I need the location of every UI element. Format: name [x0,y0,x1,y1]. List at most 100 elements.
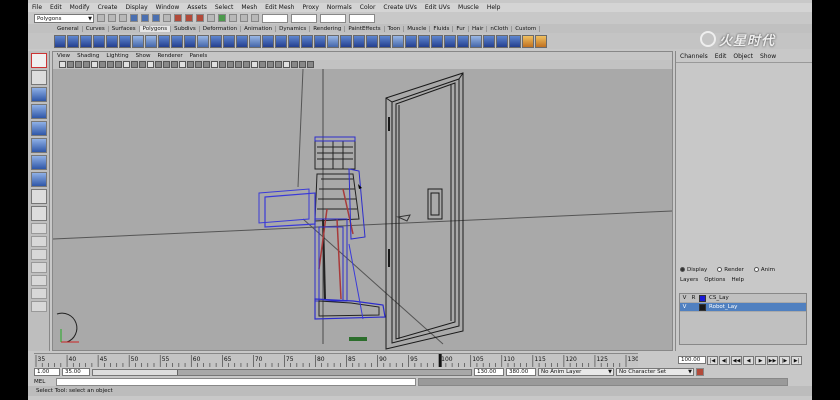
smooth-icon[interactable] [236,34,248,48]
render-layer-radio[interactable]: Render [717,267,744,273]
current-time-marker[interactable] [438,354,442,368]
channels-menu[interactable]: Channels [680,53,708,60]
layer-color-swatch[interactable] [699,294,706,302]
menu-select[interactable]: Select [215,4,234,11]
antialiasing-icon[interactable] [291,61,298,68]
tab-dynamics[interactable]: Dynamics [276,25,311,32]
poly-cube-icon[interactable] [67,34,79,48]
snap-point-icon[interactable] [196,14,204,22]
robot-model[interactable] [258,136,386,320]
menu-create-uvs[interactable]: Create UVs [383,4,416,11]
auto-map-icon[interactable] [470,34,482,48]
layer-visibility-toggle[interactable]: V [680,304,689,310]
snap-grid-icon[interactable] [174,14,182,22]
smooth-shade-icon[interactable] [155,61,162,68]
poly-cylinder-icon[interactable] [80,34,92,48]
menu-file[interactable]: File [32,4,42,11]
gate-mask-icon[interactable] [115,61,122,68]
display-layer-radio[interactable]: Display [680,267,707,273]
layer-color-swatch[interactable] [699,303,706,311]
extract-icon[interactable] [223,34,235,48]
render-settings-icon[interactable] [251,14,259,22]
field-chart-icon[interactable] [123,61,130,68]
safe-action-icon[interactable] [131,61,138,68]
tab-painteffects[interactable]: PaintEffects [345,25,385,32]
animation-start-field[interactable]: 1.00 [34,368,60,376]
scale-tool-icon[interactable] [31,138,47,153]
grid-icon[interactable] [91,61,98,68]
menu-normals[interactable]: Normals [327,4,352,11]
hypershade-layout-icon[interactable] [31,275,47,286]
soft-modification-icon[interactable] [31,172,47,187]
menu-help[interactable]: Help [487,4,501,11]
auto-key-icon[interactable] [696,368,704,376]
persp-graph-layout-icon[interactable] [31,262,47,273]
poly-pyramid-icon[interactable] [145,34,157,48]
select-tool-icon[interactable] [31,53,47,68]
uv-editor-icon[interactable] [483,34,495,48]
hud-icon[interactable] [307,61,314,68]
anim-layer-dropdown[interactable]: No Anim Layer ▼ [538,368,614,376]
tab-general[interactable]: General [54,25,83,32]
tab-toon[interactable]: Toon [385,25,405,32]
menu-modify[interactable]: Modify [70,4,90,11]
wireframe-icon[interactable] [147,61,154,68]
tab-rendering[interactable]: Rendering [310,25,346,32]
menu-set-dropdown[interactable]: Polygons ▼ [34,13,94,23]
layer-help-menu[interactable]: Help [731,277,744,283]
panel-menu-renderer[interactable]: Renderer [157,53,182,59]
single-pane-layout-icon[interactable] [31,223,47,234]
menu-proxy[interactable]: Proxy [302,4,318,11]
spherical-map-icon[interactable] [457,34,469,48]
input-field[interactable] [262,13,288,23]
tab-ncloth[interactable]: nCloth [487,25,513,32]
lasso-tool-icon[interactable] [31,70,47,85]
split-polygon-icon[interactable] [353,34,365,48]
motion-blur-icon[interactable] [283,61,290,68]
persp-trax-layout-icon[interactable] [31,288,47,299]
merge-icon[interactable] [405,34,417,48]
rotate-tool-icon[interactable] [31,121,47,136]
mask-icon[interactable] [163,14,171,22]
select-object-icon[interactable] [141,14,149,22]
tab-curves[interactable]: Curves [83,25,109,32]
panel-menu-show[interactable]: Show [136,53,151,59]
sculpt-icon[interactable] [522,34,534,48]
combine-icon[interactable] [197,34,209,48]
render-icon[interactable] [229,14,237,22]
fill-hole-icon[interactable] [340,34,352,48]
tab-fur[interactable]: Fur [453,25,470,32]
perspective-viewport[interactable] [53,69,672,350]
poly-torus-icon[interactable] [119,34,131,48]
mirror-icon[interactable] [288,34,300,48]
universal-manipulator-icon[interactable] [31,155,47,170]
menu-window[interactable]: Window [156,4,180,11]
xray-icon[interactable] [195,61,202,68]
four-pane-layout-icon[interactable] [31,236,47,247]
layout-options-icon[interactable] [31,301,47,312]
tab-subdivs[interactable]: Subdivs [171,25,200,32]
film-gate-icon[interactable] [99,61,106,68]
offset-edge-icon[interactable] [379,34,391,48]
layers-menu[interactable]: Layers [680,277,698,283]
channel-object-menu[interactable]: Object [733,53,753,60]
step-back-icon[interactable]: ◀| [719,355,730,365]
playback-start-field[interactable]: 35.00 [62,368,90,376]
persp-outliner-layout-icon[interactable] [31,249,47,260]
tab-hair[interactable]: Hair [469,25,488,32]
menu-mesh[interactable]: Mesh [241,4,257,11]
shadows-icon[interactable] [235,61,242,68]
tab-deformation[interactable]: Deformation [200,25,242,32]
menu-color[interactable]: Color [360,4,376,11]
depth-of-field-icon[interactable] [299,61,306,68]
tab-fluids[interactable]: Fluids [430,25,454,32]
bookmark-icon[interactable] [75,61,82,68]
planar-map-icon[interactable] [431,34,443,48]
isolate-select-icon[interactable] [251,61,258,68]
menu-display[interactable]: Display [126,4,148,11]
cylindrical-map-icon[interactable] [444,34,456,48]
intersection-icon[interactable] [275,34,287,48]
show-manipulator-icon[interactable] [31,189,47,204]
safe-title-icon[interactable] [139,61,146,68]
animation-end-field[interactable]: 380.00 [506,368,536,376]
